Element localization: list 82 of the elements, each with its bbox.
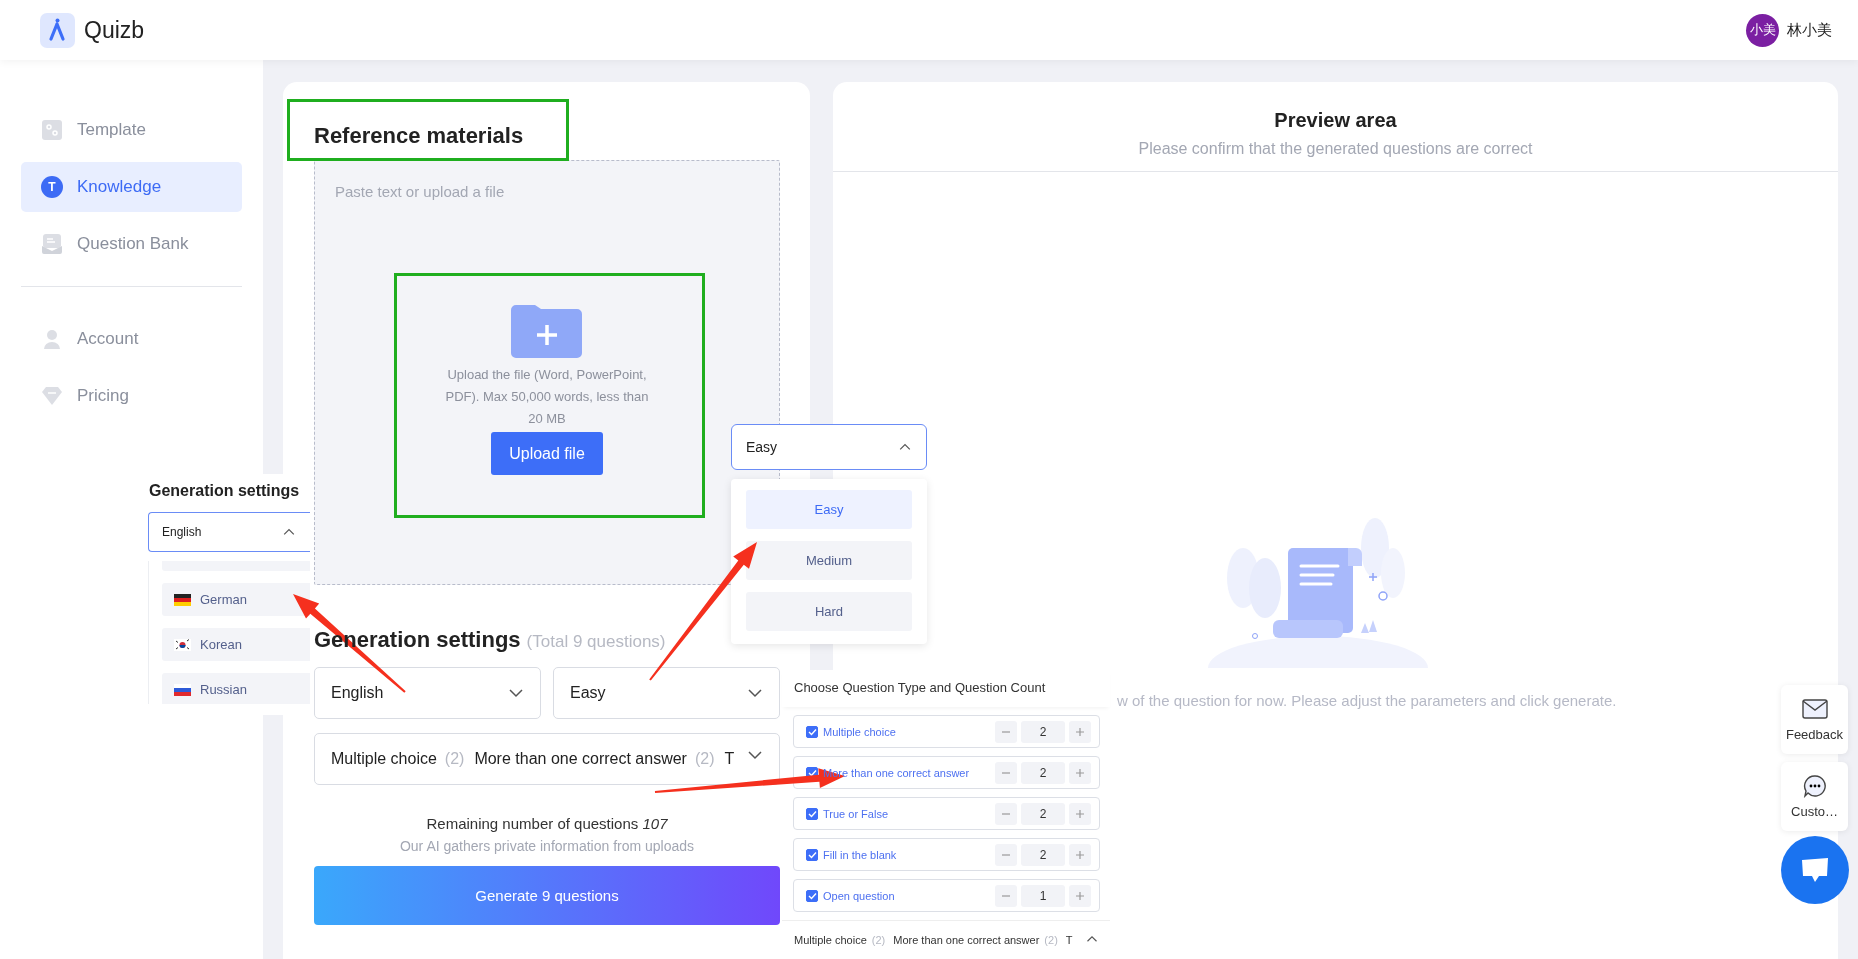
difficulty-option[interactable]: Medium bbox=[746, 541, 912, 580]
panel-title: Choose Question Type and Question Count bbox=[782, 670, 1110, 707]
increment-button[interactable] bbox=[1069, 720, 1091, 743]
plus-icon bbox=[1075, 849, 1085, 860]
caret-icon bbox=[508, 688, 524, 698]
question-type-select[interactable]: Multiple choice (2) More than one correct answer (2) T bbox=[782, 920, 1110, 958]
logo-text: Quizb bbox=[84, 16, 145, 44]
decrement-button[interactable] bbox=[995, 802, 1017, 825]
user-avatar[interactable]: 小美 bbox=[1746, 13, 1779, 47]
upload-button[interactable]: Upload file bbox=[491, 432, 603, 475]
section-title: Reference materials bbox=[314, 123, 525, 149]
question-type-select[interactable]: Multiple choice (2) More than one correct answer (2) T bbox=[314, 733, 780, 785]
logo-icon bbox=[40, 12, 75, 48]
selected-type: More than one correct answer (2) bbox=[474, 750, 715, 768]
feedback-button[interactable]: Feedback bbox=[1781, 685, 1848, 754]
selected-type: More than one correct answer (2) bbox=[893, 933, 1058, 946]
flag-icon bbox=[174, 593, 191, 606]
caret-icon bbox=[747, 688, 763, 698]
increment-button[interactable] bbox=[1069, 761, 1091, 784]
selected-type: Multiple choice (2) bbox=[794, 933, 886, 946]
support-button[interactable]: Custo… bbox=[1781, 762, 1848, 831]
privacy-note: Our AI gathers private information from uploads bbox=[398, 838, 696, 854]
sidebar-item[interactable]: T Knowledge bbox=[21, 162, 242, 212]
question-type-label: Fill in the blank bbox=[823, 848, 897, 861]
count-field[interactable]: 2 bbox=[1021, 720, 1065, 743]
section-title: Generation settings bbox=[149, 482, 301, 500]
stack-icon bbox=[41, 233, 63, 255]
chat-bubble-icon bbox=[1800, 857, 1830, 883]
difficulty-select[interactable]: Easy bbox=[731, 424, 927, 470]
question-type-label: True or False bbox=[823, 807, 888, 820]
count-field[interactable]: 2 bbox=[1021, 843, 1065, 866]
plus-icon bbox=[1075, 808, 1085, 819]
upload-hint: Upload the file (Word, PowerPoint, PDF). Max 50,000 words, less than 20 MB bbox=[444, 366, 650, 428]
language-select[interactable]: English bbox=[314, 667, 541, 719]
checkbox[interactable] bbox=[806, 848, 818, 861]
increment-button[interactable] bbox=[1069, 802, 1091, 825]
placeholder-text: Paste text or upload a file bbox=[335, 183, 505, 200]
plus-icon bbox=[1075, 890, 1085, 901]
envelope-icon bbox=[1800, 697, 1829, 721]
language-option[interactable]: German bbox=[162, 583, 310, 616]
count-field[interactable]: 2 bbox=[1021, 802, 1065, 825]
difficulty-option[interactable]: Hard bbox=[746, 592, 912, 631]
checkbox[interactable] bbox=[806, 725, 818, 738]
selected-type: T bbox=[1065, 933, 1073, 946]
plus-icon bbox=[1075, 726, 1085, 737]
count-field[interactable]: 2 bbox=[1021, 761, 1065, 784]
increment-button[interactable] bbox=[1069, 884, 1091, 907]
diamond-icon bbox=[41, 385, 63, 407]
checkbox[interactable] bbox=[806, 889, 818, 902]
language-option[interactable]: Korean bbox=[162, 628, 310, 661]
folder-plus-icon bbox=[511, 304, 583, 358]
remaining-count-text: Remaining number of questions 107 bbox=[425, 815, 669, 832]
flag-icon bbox=[174, 638, 191, 651]
question-type-label: Open question bbox=[823, 889, 895, 902]
language-option[interactable]: Russian bbox=[162, 673, 310, 704]
decrement-button[interactable] bbox=[995, 843, 1017, 866]
language-select[interactable]: English bbox=[148, 512, 310, 552]
letter-icon: T bbox=[41, 176, 63, 198]
count-field[interactable]: 1 bbox=[1021, 884, 1065, 907]
question-total: (Total 9 questions) bbox=[526, 632, 666, 651]
template-icon bbox=[41, 119, 63, 141]
checkbox[interactable] bbox=[806, 807, 818, 820]
increment-button[interactable] bbox=[1069, 843, 1091, 866]
person-icon bbox=[41, 328, 63, 350]
flag-icon bbox=[174, 683, 191, 696]
difficulty-select[interactable]: Easy bbox=[553, 667, 780, 719]
generate-button[interactable]: Generate 9 questions bbox=[314, 866, 780, 925]
selected-type: Multiple choice (2) bbox=[331, 750, 465, 768]
difficulty-option[interactable]: Easy bbox=[746, 490, 912, 529]
selected-type: T bbox=[724, 750, 735, 768]
user-name: 林小美 bbox=[1787, 20, 1832, 40]
empty-state-text: w of the question for now. Please adjust the parameters and click generate. bbox=[1117, 692, 1617, 709]
question-type-label: Multiple choice bbox=[823, 725, 896, 738]
caret-icon bbox=[898, 443, 912, 451]
decrement-button[interactable] bbox=[995, 884, 1017, 907]
decrement-button[interactable] bbox=[995, 761, 1017, 784]
decrement-button[interactable] bbox=[995, 720, 1017, 743]
plus-icon bbox=[1075, 767, 1085, 778]
caret-icon bbox=[282, 528, 296, 536]
caret-icon bbox=[1086, 935, 1098, 943]
preview-subtitle: Please confirm that the generated questions are correct bbox=[1137, 140, 1534, 158]
preview-title: Preview area bbox=[1273, 109, 1398, 132]
